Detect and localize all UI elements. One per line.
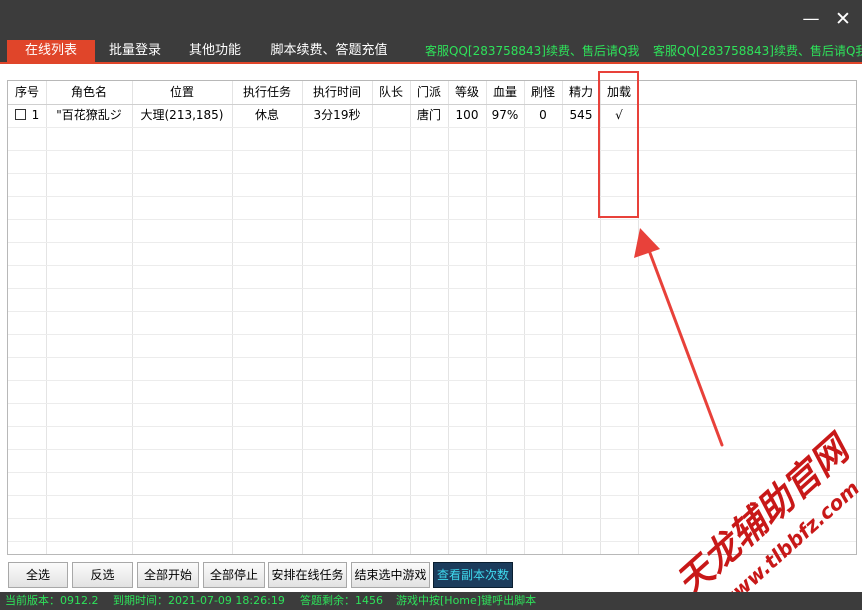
select-all-button[interactable]: 全选 (8, 562, 68, 588)
status-answers-left: 答题剩余：1456 (300, 594, 383, 607)
header-level[interactable]: 等级 (448, 81, 486, 104)
row-index: 1 (31, 108, 40, 122)
status-hint: 游戏中按[Home]键呼出脚本 (396, 594, 537, 607)
header-hp[interactable]: 血量 (486, 81, 524, 104)
tab-batch-login[interactable]: 批量登录 (100, 40, 170, 62)
header-task[interactable]: 执行任务 (232, 81, 302, 104)
tab-renew-recharge[interactable]: 脚本续费、答题充值 (265, 40, 393, 62)
online-list-grid[interactable]: 序号 角色名 位置 执行任务 执行时间 队长 门派 等级 血量 刷怪 精力 加载… (7, 80, 857, 555)
header-kills[interactable]: 刷怪 (524, 81, 562, 104)
row-sect: 唐门 (416, 108, 441, 122)
view-dungeon-count-button[interactable]: 查看副本次数 (433, 562, 513, 588)
row-leader (372, 104, 410, 127)
button-bar: 全选 反选 全部开始 全部停止 安排在线任务 结束选中游戏 查看副本次数 (0, 560, 862, 590)
status-version: 当前版本：0912.2 (5, 594, 99, 607)
row-level: 100 (455, 108, 479, 122)
stop-all-button[interactable]: 全部停止 (203, 562, 265, 588)
grid-lines (8, 81, 856, 554)
minimize-icon: — (802, 9, 820, 29)
close-icon: ✕ (835, 8, 851, 30)
row-checkbox[interactable] (14, 109, 26, 120)
row-role: "百花獠乱ジ (56, 108, 122, 122)
header-position[interactable]: 位置 (132, 81, 232, 104)
tab-other-functions[interactable]: 其他功能 (180, 40, 250, 62)
header-time[interactable]: 执行时间 (302, 81, 372, 104)
row-energy: 545 (569, 108, 593, 122)
tab-online-list[interactable]: 在线列表 (7, 40, 95, 62)
invert-selection-button[interactable]: 反选 (72, 562, 133, 588)
title-bar: — ✕ (0, 0, 862, 40)
status-expiry: 到期时间：2021-07-09 18:26:19 (113, 594, 285, 607)
support-marquee-2: 客服QQ[283758843]续费、售后请Q我 (653, 44, 862, 58)
header-energy[interactable]: 精力 (562, 81, 600, 104)
row-task: 休息 (254, 108, 279, 122)
row-position: 大理(213,185) (140, 108, 224, 122)
minimize-button[interactable]: — (796, 6, 826, 32)
start-all-button[interactable]: 全部开始 (137, 562, 199, 588)
highlight-box (598, 71, 639, 218)
row-time: 3分19秒 (313, 108, 361, 122)
support-marquee-1: 客服QQ[283758843]续费、售后请Q我 (425, 44, 640, 58)
end-selected-game-button[interactable]: 结束选中游戏 (351, 562, 430, 588)
header-role[interactable]: 角色名 (46, 81, 132, 104)
close-button[interactable]: ✕ (828, 6, 858, 32)
row-hp: 97% (491, 108, 519, 122)
header-index[interactable]: 序号 (8, 81, 46, 104)
table-row[interactable]: 1 (8, 104, 46, 127)
tab-bar: 在线列表 批量登录 其他功能 脚本续费、答题充值 客服QQ[283758843]… (0, 40, 862, 64)
schedule-online-task-button[interactable]: 安排在线任务 (268, 562, 347, 588)
header-sect[interactable]: 门派 (410, 81, 448, 104)
status-bar: 当前版本：0912.2 到期时间：2021-07-09 18:26:19 答题剩… (0, 592, 862, 610)
header-leader[interactable]: 队长 (372, 81, 410, 104)
row-kills: 0 (539, 108, 547, 122)
